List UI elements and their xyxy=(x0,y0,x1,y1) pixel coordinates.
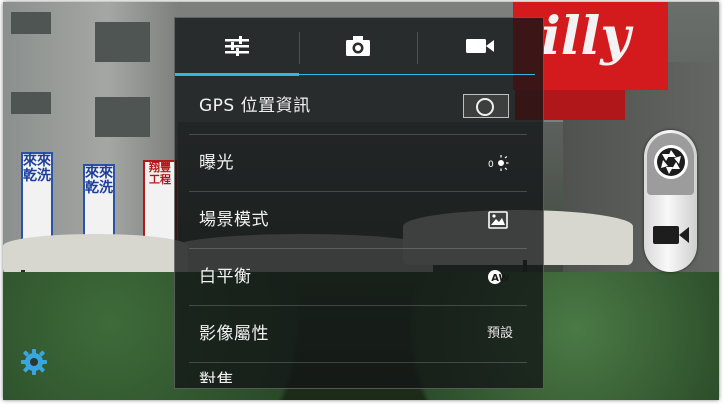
exposure-icon: 0 xyxy=(487,153,509,173)
setting-row-partial[interactable]: 對焦 xyxy=(189,363,527,383)
tab-camera[interactable] xyxy=(299,18,417,78)
setting-row-scene-mode[interactable]: 場景模式 xyxy=(189,192,527,249)
sliders-icon xyxy=(224,35,250,61)
setting-row-exposure[interactable]: 曝光 0 xyxy=(189,135,527,192)
setting-label: 曝光 xyxy=(199,153,234,173)
capture-mode-switch[interactable] xyxy=(644,130,697,272)
video-camera-icon xyxy=(651,223,691,251)
setting-label: 白平衡 xyxy=(199,267,252,287)
toggle-knob xyxy=(476,98,494,116)
camera-settings-panel: GPS 位置資訊 曝光 0 場景模式 白平衡 AW 影像屬性 預設 對焦 xyxy=(174,17,544,389)
settings-list: GPS 位置資訊 曝光 0 場景模式 白平衡 AW 影像屬性 預設 對焦 xyxy=(175,78,543,383)
exposure-value: 0 xyxy=(488,160,494,170)
tab-video[interactable] xyxy=(417,18,543,78)
camera-icon xyxy=(345,35,371,61)
white-balance-value: AW xyxy=(491,273,509,284)
store-sign-text: illy xyxy=(541,6,631,67)
scene-mode-icon xyxy=(487,210,509,230)
patio-umbrella xyxy=(3,234,188,274)
setting-row-image-properties[interactable]: 影像屬性 預設 xyxy=(189,306,527,363)
settings-tab-bar xyxy=(175,18,543,78)
tab-bar-underline xyxy=(299,74,535,75)
camera-mode-button[interactable] xyxy=(647,133,694,195)
setting-label: 對焦 xyxy=(199,371,234,383)
setting-label: 場景模式 xyxy=(199,210,269,230)
gear-icon[interactable] xyxy=(20,348,48,376)
camera-shutter-icon xyxy=(652,143,690,185)
setting-value: 預設 xyxy=(486,326,513,341)
tab-settings[interactable] xyxy=(175,18,299,78)
video-icon xyxy=(465,36,495,60)
active-tab-indicator xyxy=(175,73,299,76)
setting-row-white-balance[interactable]: 白平衡 AW xyxy=(189,249,527,306)
white-balance-auto-icon: AW xyxy=(487,267,510,287)
setting-row-gps[interactable]: GPS 位置資訊 xyxy=(189,78,527,135)
setting-label: GPS 位置資訊 xyxy=(199,96,311,116)
video-mode-button[interactable] xyxy=(647,208,694,266)
gps-toggle[interactable] xyxy=(463,94,509,118)
shop-sign: 來來乾洗 xyxy=(21,152,53,246)
setting-label: 影像屬性 xyxy=(199,324,269,344)
